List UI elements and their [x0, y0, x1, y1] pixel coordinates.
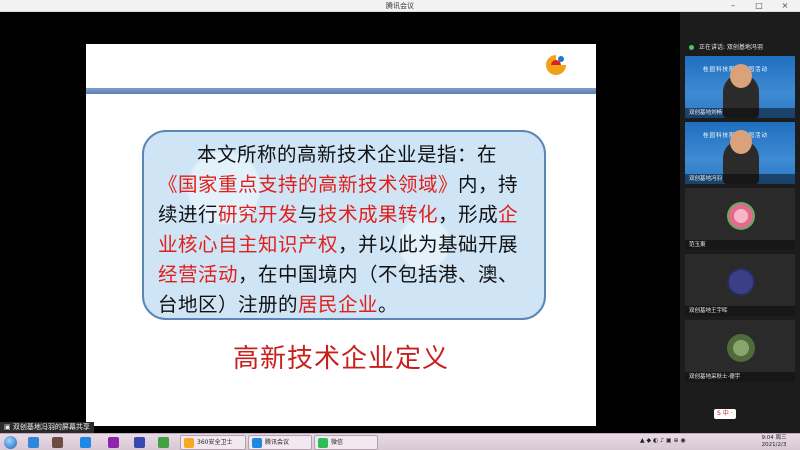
definition-callout: 本文所称的高新技术企业是指：在《国家重点支持的高新技术领域》内，持续进行研究开发… [142, 130, 546, 320]
participant-face [730, 64, 752, 88]
participant-panel: 正在讲话: 双创基地冯羽 桂园科技服务进园活动 双创基地刘畅 桂园科技服务进园活… [680, 12, 800, 434]
highlight-term: 经营活动 [158, 263, 239, 286]
close-icon[interactable]: × [778, 0, 792, 12]
taskbar-button-label: 腾讯会议 [265, 439, 290, 446]
tray-icons: ▲ ◆ ◐ ♪ ▣ ⊕ ◉ [640, 437, 686, 444]
highlight-term: 研究开发 [218, 203, 299, 226]
360-browser-icon[interactable] [158, 437, 169, 448]
ime-toolbar[interactable]: S 中 · [714, 409, 736, 419]
wechat-icon [318, 438, 328, 448]
taskbar-button-wechat[interactable]: 微信 [314, 435, 378, 450]
body-text: 与 [298, 203, 319, 226]
logo-avatar-icon [727, 268, 755, 296]
participant-name: 范玉東 [685, 240, 795, 250]
participant-tile[interactable]: 范玉東 [685, 188, 795, 250]
participant-name: 双创基地王宇晖 [685, 306, 795, 316]
presentation-slide: 本文所称的高新技术企业是指：在《国家重点支持的高新技术领域》内，持续进行研究开发… [86, 44, 596, 426]
participant-tile[interactable]: 双创基地采秋士·德宇 [685, 320, 795, 382]
share-icon: ▣ [4, 423, 13, 431]
speaking-text: 正在讲话: 双创基地冯羽 [699, 44, 763, 51]
slide-header-rule [86, 88, 596, 94]
taskbar-button-meeting[interactable]: 腾讯会议 [248, 435, 312, 450]
body-text: 本文所称的高新技术企业是指：在 [197, 143, 498, 166]
participant-tile[interactable]: 双创基地王宇晖 [685, 254, 795, 316]
company-logo-icon [546, 55, 566, 75]
body-text: ，并以此为基础开展 [338, 233, 519, 256]
ie-icon[interactable] [80, 437, 91, 448]
taskbar-button-label: 微信 [331, 439, 344, 446]
screen-share-area: 本文所称的高新技术企业是指：在《国家重点支持的高新技术领域》内，持续进行研究开发… [0, 12, 680, 426]
screen-share-label: ▣ 双创基地冯羽的屏幕共享 [0, 422, 94, 433]
participant-tile[interactable]: 桂园科技服务进园活动 双创基地刘畅 [685, 56, 795, 118]
share-label-text: 双创基地冯羽的屏幕共享 [12, 423, 90, 431]
participant-name: 双创基地刘畅 [685, 108, 795, 118]
taskbar: 360安全卫士 腾讯会议 微信 ▲ ◆ ◐ ♪ ▣ ⊕ ◉ 9:04 周三 20… [0, 433, 800, 450]
photo-avatar-icon [727, 334, 755, 362]
title-bar: 腾讯会议 – □ × [0, 0, 800, 12]
app-icon[interactable] [134, 437, 145, 448]
body-text: ，形成 [438, 203, 499, 226]
meeting-window: 腾讯会议 – □ × 本文所称的高新技术企业是指：在《国家重点支持的高新技术领域… [0, 0, 800, 450]
maximize-icon[interactable]: □ [752, 0, 766, 12]
taskbar-button-label: 360安全卫士 [197, 439, 233, 446]
clock-time: 9:04 周三 [761, 435, 787, 441]
body-text: 。 [378, 293, 399, 316]
slide-title: 高新技术企业定义 [232, 344, 449, 374]
taskbar-button-360[interactable]: 360安全卫士 [180, 435, 246, 450]
speaking-indicator: 正在讲话: 双创基地冯羽 [685, 42, 795, 53]
rose-avatar-icon [727, 202, 755, 230]
highlight-term: 技术成果转化 [318, 203, 439, 226]
mic-active-icon [689, 45, 694, 50]
tencent-meeting-icon [252, 438, 262, 448]
folder-icon[interactable] [52, 437, 63, 448]
media-player-icon[interactable] [108, 437, 119, 448]
definition-text: 本文所称的高新技术企业是指：在《国家重点支持的高新技术领域》内，持续进行研究开发… [158, 140, 532, 320]
start-button-icon[interactable] [4, 436, 17, 449]
browser-icon[interactable] [28, 437, 39, 448]
minimize-icon[interactable]: – [726, 0, 740, 12]
clock[interactable]: 9:04 周三 2021/2/3 [752, 435, 796, 449]
participant-face [730, 130, 752, 154]
participant-name: 双创基地冯羽 [685, 174, 795, 184]
participant-tile[interactable]: 桂园科技服务进园活动 双创基地冯羽 [685, 122, 795, 184]
participant-name: 双创基地采秋士·德宇 [685, 372, 795, 382]
window-title: 腾讯会议 [386, 2, 414, 10]
clock-date: 2021/2/3 [761, 442, 787, 448]
highlight-term: 居民企业 [298, 293, 379, 316]
360-guard-icon [184, 438, 194, 448]
highlight-term: 《国家重点支持的高新技术领域》 [158, 173, 459, 196]
system-tray[interactable]: ▲ ◆ ◐ ♪ ▣ ⊕ ◉ [640, 437, 686, 448]
